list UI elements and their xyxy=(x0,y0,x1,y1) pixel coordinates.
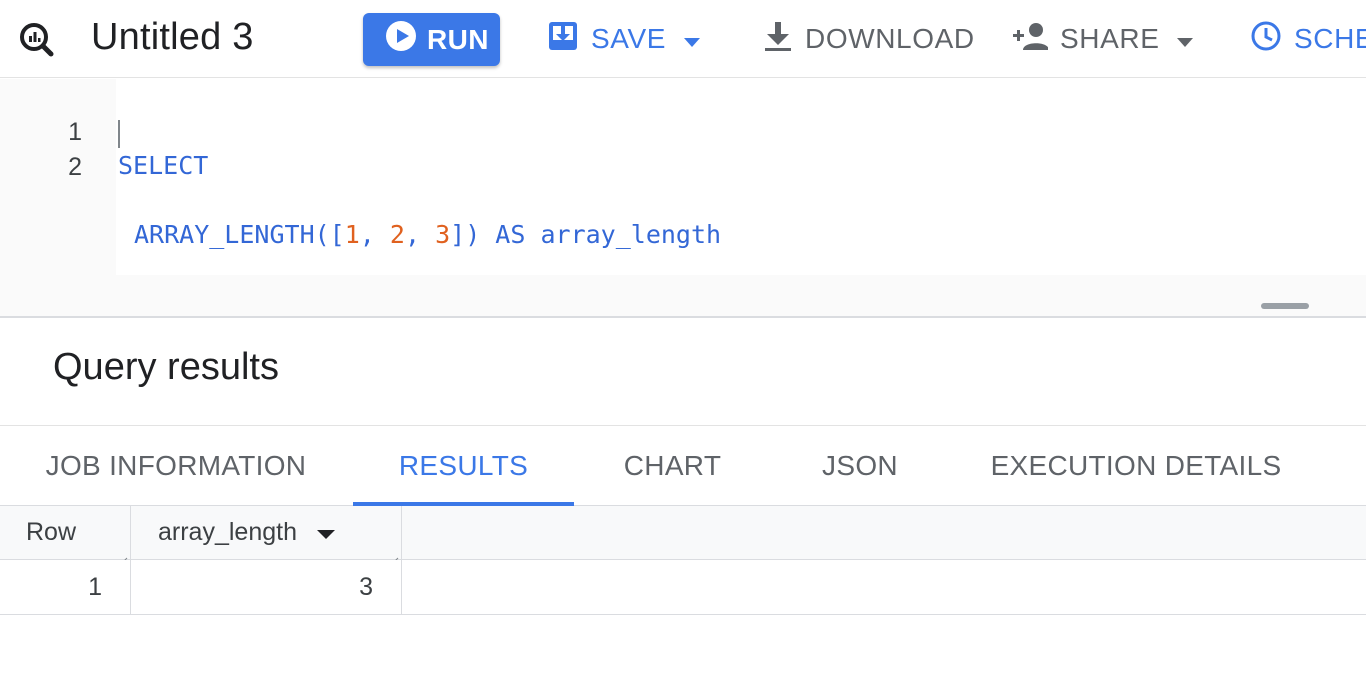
chevron-down-icon[interactable] xyxy=(684,23,701,55)
tab-job-information[interactable]: JOB INFORMATION xyxy=(30,426,322,506)
share-button[interactable]: SHARE xyxy=(1012,18,1194,60)
schedule-label: SCHE xyxy=(1294,23,1366,54)
code-text: SELECT xyxy=(118,151,209,180)
row-number-cell: 1 xyxy=(0,560,131,614)
code-token-alias: array_length xyxy=(540,220,722,249)
line-number: 2 xyxy=(68,153,82,181)
table-header-row: Row array_length xyxy=(0,506,1366,567)
query-icon xyxy=(18,21,54,57)
text-cursor xyxy=(118,120,120,148)
save-label: SAVE xyxy=(591,23,667,54)
code-token-number: 3 xyxy=(435,220,451,249)
code-token-punct: ]) xyxy=(450,220,481,249)
schedule-button[interactable]: SCHE xyxy=(1250,18,1366,60)
chevron-down-icon[interactable] xyxy=(1177,23,1194,55)
save-button[interactable]: SAVE xyxy=(547,18,701,60)
column-header-row[interactable]: Row xyxy=(0,506,131,567)
toolbar: Untitled 3 RUN SAVE DOWNLOAD SHARE SCH xyxy=(0,0,1366,78)
code-token-punct: ([ xyxy=(314,220,345,249)
code-line-1[interactable]: 1 SELECT xyxy=(0,81,1366,180)
editor-resize-handle[interactable] xyxy=(1261,303,1309,309)
run-label: RUN xyxy=(427,23,489,55)
column-header-label: array_length xyxy=(158,518,297,546)
download-button[interactable]: DOWNLOAD xyxy=(763,18,975,60)
tab-json[interactable]: JSON xyxy=(795,426,925,506)
download-label: DOWNLOAD xyxy=(805,23,975,54)
column-resize-icon[interactable] xyxy=(387,545,399,567)
code-token-punct: , xyxy=(404,220,436,249)
code-token-punct: , xyxy=(359,220,390,249)
column-header-label: Row xyxy=(26,518,77,546)
table-row: 1 3 xyxy=(0,560,1366,615)
save-icon xyxy=(547,20,579,59)
code-token-function: ARRAY_LENGTH xyxy=(134,220,315,249)
clock-icon xyxy=(1250,20,1282,59)
tab-chart[interactable]: CHART xyxy=(600,426,745,506)
code-text: ARRAY_LENGTH([1, 2, 3]) AS array_length xyxy=(134,218,721,252)
code-token-number: 2 xyxy=(389,220,405,249)
add-person-icon xyxy=(1012,21,1049,58)
tab-execution-details[interactable]: EXECUTION DETAILS xyxy=(980,426,1292,506)
run-button[interactable]: RUN xyxy=(363,13,500,66)
results-title: Query results xyxy=(53,346,279,388)
column-header-array-length[interactable]: array_length xyxy=(131,506,402,567)
sort-down-icon[interactable] xyxy=(316,518,335,547)
array-length-cell[interactable]: 3 xyxy=(131,560,402,614)
results-tabs: JOB INFORMATION RESULTS CHART JSON EXECU… xyxy=(0,425,1366,506)
code-token-number: 1 xyxy=(344,220,360,249)
tab-results[interactable]: RESULTS xyxy=(353,426,574,506)
sql-editor[interactable]: 1 SELECT 2 ARRAY_LENGTH([1, 2, 3]) AS ar… xyxy=(0,79,1366,318)
code-token-keyword: AS xyxy=(480,220,541,249)
column-resize-icon[interactable] xyxy=(116,545,128,567)
download-icon xyxy=(763,20,793,59)
query-title[interactable]: Untitled 3 xyxy=(91,14,254,60)
code-line-2[interactable]: 2 ARRAY_LENGTH([1, 2, 3]) AS array_lengt… xyxy=(0,116,1366,249)
share-label: SHARE xyxy=(1060,23,1160,54)
play-icon xyxy=(385,20,417,59)
